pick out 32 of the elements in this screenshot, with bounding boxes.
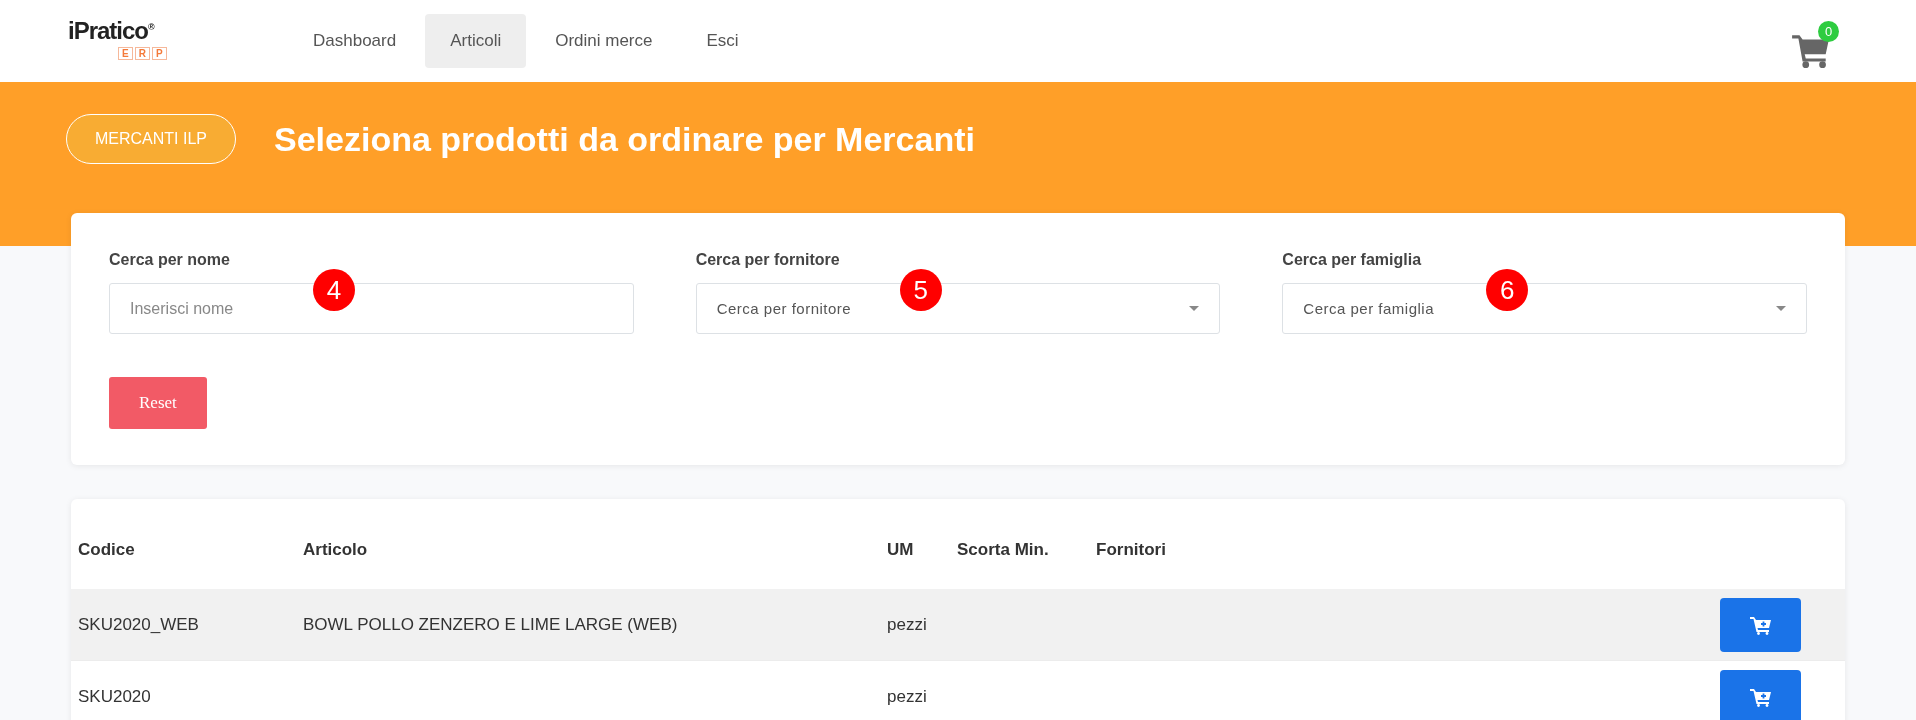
table-cell: pezzi bbox=[887, 686, 927, 706]
nav-tab[interactable]: Articoli bbox=[425, 14, 527, 68]
add-to-cart-button[interactable] bbox=[1720, 669, 1801, 720]
column-header: Fornitori bbox=[1096, 540, 1167, 560]
table-cell: BOWL POLLO ZENZERO E LIME LARGE (WEB) bbox=[303, 614, 678, 634]
nav-tab[interactable]: Ordini merce bbox=[530, 14, 678, 68]
column-header: Codice bbox=[77, 540, 136, 560]
logo-letter: R bbox=[134, 46, 150, 60]
page-title: Seleziona prodotti da ordinare per Mercanti bbox=[274, 120, 975, 159]
field-label: Cerca per nome bbox=[109, 251, 231, 269]
add-to-cart-button[interactable] bbox=[1720, 597, 1801, 652]
table-cell: pezzi bbox=[887, 614, 927, 634]
cart-plus-icon bbox=[1748, 614, 1773, 635]
nav-tab[interactable]: Esci bbox=[681, 14, 764, 68]
table-cell: SKU2020 bbox=[78, 686, 151, 706]
logo-letter: P bbox=[151, 46, 167, 60]
nav-tab[interactable]: Dashboard bbox=[288, 14, 422, 68]
step-marker: 6 bbox=[1486, 269, 1529, 311]
field-label: Cerca per famiglia bbox=[1282, 251, 1423, 269]
step-marker: 4 bbox=[313, 269, 355, 311]
column-header: UM bbox=[887, 540, 915, 560]
caret-icon bbox=[1189, 306, 1200, 311]
logo-letter: E bbox=[118, 46, 133, 60]
caret-icon bbox=[1776, 306, 1786, 311]
cart-plus-icon bbox=[1748, 686, 1773, 707]
cart-count-badge: 0 bbox=[1818, 21, 1839, 42]
column-header: Scorta Min. bbox=[957, 540, 1050, 560]
logo-name: iPratico$^{®}$ bbox=[68, 16, 154, 45]
step-marker: 5 bbox=[899, 269, 942, 311]
field-label: Cerca per fornitore bbox=[695, 251, 841, 269]
table-cell: SKU2020_WEB bbox=[78, 614, 199, 634]
column-header: Articolo bbox=[303, 540, 369, 560]
